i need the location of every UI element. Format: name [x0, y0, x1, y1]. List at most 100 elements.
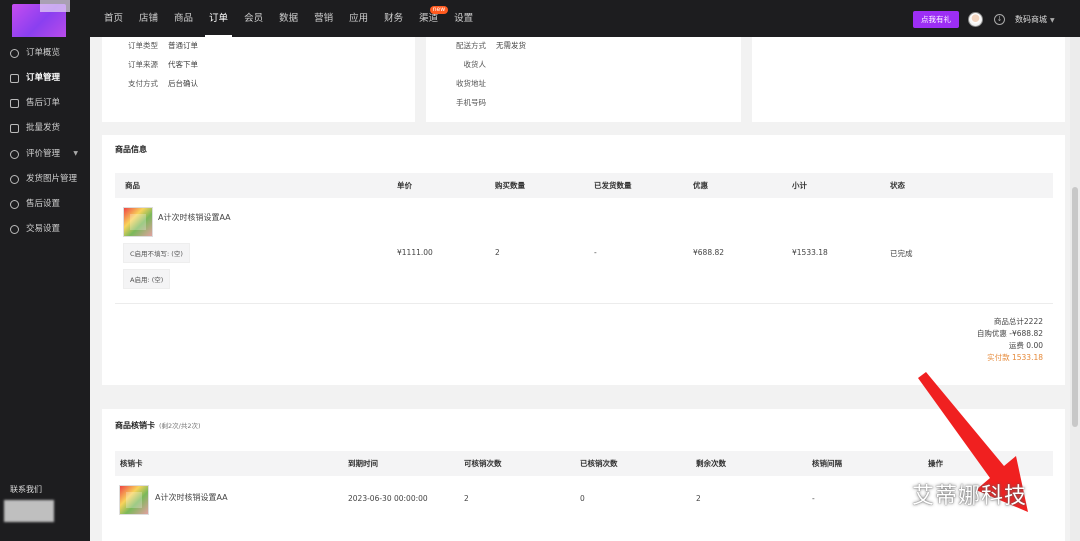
goods-discount: ¥688.82	[693, 248, 725, 257]
nav-data[interactable]: 数据	[271, 0, 306, 37]
nav-channels-label: 渠道	[419, 13, 439, 24]
summary-paid: 实付款 1533.18	[987, 353, 1043, 362]
th-used: 已核销次数	[580, 459, 618, 468]
store-name-label: 数码商城	[1015, 15, 1047, 24]
delivery-info-card: 配送方式 无需发货 收货人 收货地址 手机号码	[426, 37, 741, 122]
verification-count: (剩2次/共2次)	[159, 422, 201, 430]
image-icon	[10, 174, 19, 184]
spec-tag: C启用不填写: (空)	[123, 243, 190, 263]
goods-name[interactable]: A计次时核销设置AA	[158, 212, 231, 223]
card-available: 2	[464, 494, 469, 503]
grid-icon	[10, 98, 19, 108]
goods-thumbnail[interactable]	[123, 207, 153, 237]
th-interval: 核销间隔	[812, 459, 842, 468]
contact-us-link[interactable]: 联系我们	[10, 484, 42, 495]
th-shipped: 已发货数量	[594, 181, 632, 190]
sidebar-item-ship-images[interactable]: 发货图片管理	[0, 170, 90, 188]
sidebar-item-label: 售后订单	[26, 98, 61, 108]
review-icon	[10, 149, 19, 159]
nav-orders[interactable]: 订单	[201, 0, 236, 37]
sidebar-item-label: 评价管理	[26, 149, 61, 159]
order-basic-card: 订单类型 普通订单 订单来源 代客下单 支付方式 后台确认	[102, 37, 415, 122]
nav-apps[interactable]: 应用	[341, 0, 376, 37]
gear-icon	[10, 224, 19, 234]
th-status: 状态	[890, 181, 905, 190]
verification-title: 商品核销卡 (剩2次/共2次)	[115, 421, 201, 430]
settings-icon	[10, 199, 19, 209]
nav-channels[interactable]: 渠道 new	[411, 0, 449, 37]
app-logo[interactable]	[0, 0, 90, 44]
nav-finance[interactable]: 财务	[376, 0, 411, 37]
card-thumbnail[interactable]	[119, 485, 149, 515]
goods-subtotal: ¥1533.18	[792, 248, 828, 257]
th-price: 单价	[397, 181, 412, 190]
wechat-icon	[858, 480, 884, 501]
user-avatar[interactable]	[968, 12, 983, 27]
extra-info-card	[752, 37, 1065, 122]
nav-marketing[interactable]: 营销	[306, 0, 341, 37]
order-type-row: 订单类型 普通订单	[128, 41, 198, 50]
address-row: 收货地址	[456, 79, 486, 88]
payment-method-row: 支付方式 后台确认	[128, 79, 198, 88]
sidebar-item-after-sales[interactable]: 售后订单	[0, 94, 90, 112]
scrollbar-thumb[interactable]	[1072, 187, 1078, 427]
receiver-row: 收货人	[463, 60, 487, 69]
th-qty: 购买数量	[495, 181, 525, 190]
nav-store[interactable]: 店铺	[131, 0, 166, 37]
goods-status: 已完成	[890, 249, 913, 258]
verification-card-section: 商品核销卡 (剩2次/共2次) 核销卡 到期时间 可核销次数 已核销次数 剩余次数…	[102, 409, 1065, 541]
nav-home[interactable]: 首页	[96, 0, 131, 37]
nav-goods[interactable]: 商品	[166, 0, 201, 37]
card-name[interactable]: A计次时核销设置AA	[155, 492, 228, 503]
nav-members[interactable]: 会员	[236, 0, 271, 37]
spec-tag: A启用: (空)	[123, 269, 171, 289]
goods-price: ¥1111.00	[397, 248, 433, 257]
list-icon	[10, 123, 19, 133]
sidebar-item-label: 发货图片管理	[26, 174, 78, 184]
goods-info-title: 商品信息	[115, 145, 147, 154]
sidebar-item-label: 订单概览	[26, 48, 61, 58]
goods-table-header: 商品 单价 购买数量 已发货数量 优惠 小计 状态	[115, 173, 1053, 198]
sidebar-item-label: 批量发货	[26, 123, 61, 133]
sidebar-item-batch-ship[interactable]: 批量发货	[0, 119, 90, 137]
chevron-down-icon: ▼	[1050, 17, 1055, 24]
summary-discount: 自购优惠 -¥688.82	[976, 329, 1043, 338]
card-remain: 2	[696, 494, 701, 503]
clock-icon	[10, 48, 19, 58]
top-navigation-bar: 首页 店铺 商品 订单 会员 数据 营销 应用 财务 渠道 new 设置 点我有…	[0, 0, 1080, 44]
scrollbar[interactable]	[1070, 37, 1080, 541]
download-icon[interactable]: ↓	[994, 14, 1005, 25]
goods-shipped: -	[594, 248, 597, 257]
th-discount: 优惠	[693, 181, 708, 190]
sidebar-item-order-management[interactable]: 订单管理	[0, 69, 90, 87]
contact-blur-mask	[4, 500, 54, 522]
th-card: 核销卡	[120, 459, 143, 468]
th-remain: 剩余次数	[696, 459, 726, 468]
sidebar: 订单概览 订单管理 售后订单 批量发货 评价管理 ▼ 发货图片管理 售后设置 交…	[0, 37, 90, 541]
summary-total: 商品总计2222	[993, 317, 1043, 326]
sidebar-item-label: 订单管理	[26, 73, 61, 83]
sidebar-item-reviews[interactable]: 评价管理 ▼	[0, 145, 90, 163]
th-available: 可核销次数	[464, 459, 502, 468]
sidebar-item-overview[interactable]: 订单概览	[0, 44, 90, 62]
gift-button[interactable]: 点我有礼	[913, 11, 959, 28]
chevron-down-icon: ▼	[73, 150, 78, 157]
th-goods: 商品	[125, 181, 140, 190]
main-content: 订单类型 普通订单 订单来源 代客下单 支付方式 后台确认 配送方式 无需发货 收货人 …	[90, 37, 1080, 541]
main-nav: 首页 店铺 商品 订单 会员 数据 营销 应用 财务 渠道 new 设置	[96, 0, 481, 37]
card-interval: -	[812, 494, 815, 503]
summary-freight: 运费 0.00	[1008, 341, 1043, 350]
nav-settings[interactable]: 设置	[446, 0, 481, 37]
divider	[115, 303, 1053, 304]
watermark-text: 艾蒂娜科技	[912, 484, 1028, 509]
sidebar-item-trade-settings[interactable]: 交易设置	[0, 220, 90, 238]
sidebar-item-after-sales-settings[interactable]: 售后设置	[0, 195, 90, 213]
sidebar-item-label: 售后设置	[26, 199, 61, 209]
store-switcher[interactable]: 数码商城 ▼	[1015, 12, 1055, 28]
sidebar-item-label: 交易设置	[26, 224, 61, 234]
th-expire: 到期时间	[348, 459, 378, 468]
logo-blur-mask	[40, 0, 70, 12]
goods-qty: 2	[495, 248, 500, 257]
verification-table-header: 核销卡 到期时间 可核销次数 已核销次数 剩余次数 核销间隔 操作	[115, 451, 1053, 476]
phone-row: 手机号码	[456, 98, 486, 107]
